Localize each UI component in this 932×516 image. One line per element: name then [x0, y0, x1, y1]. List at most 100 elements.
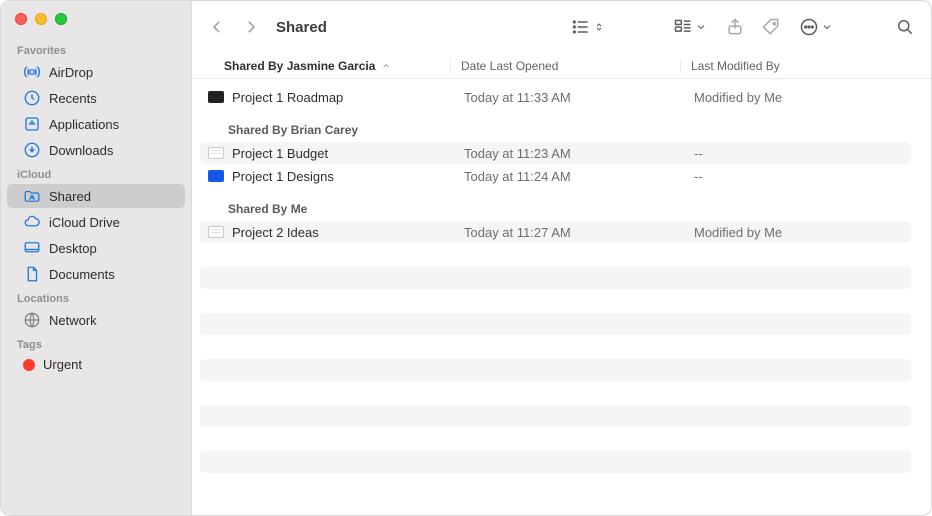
- more-actions-button[interactable]: [793, 15, 839, 39]
- empty-row: [200, 405, 911, 427]
- file-modified-by: --: [694, 169, 911, 184]
- empty-row: [200, 267, 911, 289]
- document-icon: [23, 265, 41, 283]
- cloud-icon: [23, 213, 41, 231]
- empty-row: [200, 244, 911, 266]
- network-globe-icon: [23, 311, 41, 329]
- sidebar-section-favorites: Favorites: [1, 39, 191, 59]
- empty-row: [200, 313, 911, 335]
- sidebar-item-label: Urgent: [43, 357, 82, 372]
- sidebar-item-label: AirDrop: [49, 65, 93, 80]
- file-row[interactable]: Project 1 Roadmap Today at 11:33 AM Modi…: [200, 86, 911, 108]
- sidebar: Favorites AirDrop Recents Applications D…: [1, 1, 192, 515]
- empty-row: [200, 428, 911, 450]
- sidebar-item-label: Documents: [49, 267, 115, 282]
- sidebar-item-label: Recents: [49, 91, 97, 106]
- traffic-lights: [1, 9, 191, 39]
- sidebar-item-recents[interactable]: Recents: [7, 86, 185, 110]
- sidebar-item-network[interactable]: Network: [7, 308, 185, 332]
- file-date: Today at 11:23 AM: [464, 146, 694, 161]
- share-icon: [725, 17, 745, 37]
- group-icon: [673, 17, 693, 37]
- close-window-button[interactable]: [15, 13, 27, 25]
- window-title: Shared: [276, 19, 327, 36]
- file-name: Project 1 Roadmap: [232, 90, 464, 105]
- empty-row: [200, 451, 911, 473]
- file-date: Today at 11:33 AM: [464, 90, 694, 105]
- file-name: Project 1 Designs: [232, 169, 464, 184]
- sidebar-item-label: Desktop: [49, 241, 97, 256]
- tag-icon: [761, 17, 781, 37]
- search-button[interactable]: [891, 14, 919, 40]
- empty-row: [200, 290, 911, 312]
- finder-window: Favorites AirDrop Recents Applications D…: [0, 0, 932, 516]
- sidebar-item-label: Applications: [49, 117, 119, 132]
- forward-button[interactable]: [238, 14, 264, 40]
- file-date: Today at 11:27 AM: [464, 225, 694, 240]
- sidebar-item-airdrop[interactable]: AirDrop: [7, 60, 185, 84]
- toolbar: Shared: [192, 1, 931, 53]
- file-row[interactable]: Project 1 Budget Today at 11:23 AM --: [200, 142, 911, 164]
- file-thumbnail-icon: [208, 147, 224, 159]
- sidebar-section-tags: Tags: [1, 333, 191, 353]
- file-thumbnail-icon: [208, 91, 224, 103]
- sidebar-item-tag-urgent[interactable]: Urgent: [7, 354, 185, 375]
- file-modified-by: --: [694, 146, 911, 161]
- sidebar-section-locations: Locations: [1, 287, 191, 307]
- back-button[interactable]: [204, 14, 230, 40]
- column-header-name-label: Shared By Jasmine Garcia: [224, 59, 375, 73]
- file-modified-by: Modified by Me: [694, 90, 911, 105]
- column-header-modified-label: Last Modified By: [691, 59, 780, 73]
- sidebar-item-applications[interactable]: Applications: [7, 112, 185, 136]
- sidebar-item-label: Shared: [49, 189, 91, 204]
- group-header: Shared By Me: [192, 188, 919, 220]
- sidebar-item-icloud-drive[interactable]: iCloud Drive: [7, 210, 185, 234]
- ellipsis-circle-icon: [799, 17, 819, 37]
- file-thumbnail-icon: [208, 226, 224, 238]
- sidebar-section-icloud: iCloud: [1, 163, 191, 183]
- sidebar-item-shared[interactable]: Shared: [7, 184, 185, 208]
- desktop-icon: [23, 239, 41, 257]
- empty-row: [200, 382, 911, 404]
- column-header-row: Shared By Jasmine Garcia Date Last Opene…: [192, 53, 931, 79]
- column-header-name[interactable]: Shared By Jasmine Garcia: [224, 59, 450, 73]
- chevron-down-icon: [695, 21, 707, 33]
- tags-button[interactable]: [757, 14, 785, 40]
- file-name: Project 2 Ideas: [232, 225, 464, 240]
- file-row[interactable]: Project 1 Designs Today at 11:24 AM --: [200, 165, 911, 187]
- main-pane: Shared: [192, 1, 931, 515]
- sidebar-item-label: iCloud Drive: [49, 215, 120, 230]
- empty-row: [200, 336, 911, 358]
- sidebar-item-label: Downloads: [49, 143, 113, 158]
- share-button[interactable]: [721, 14, 749, 40]
- column-header-date[interactable]: Date Last Opened: [450, 59, 680, 73]
- file-thumbnail-icon: [208, 170, 224, 182]
- sidebar-item-downloads[interactable]: Downloads: [7, 138, 185, 162]
- search-icon: [895, 17, 915, 37]
- list-view-icon: [571, 17, 591, 37]
- group-header: Shared By Brian Carey: [192, 109, 919, 141]
- column-header-modified[interactable]: Last Modified By: [680, 59, 931, 73]
- shared-folder-icon: [23, 187, 41, 205]
- sidebar-item-documents[interactable]: Documents: [7, 262, 185, 286]
- updown-chevron-icon: [593, 19, 605, 35]
- file-modified-by: Modified by Me: [694, 225, 911, 240]
- sort-ascending-icon: [381, 61, 391, 71]
- minimize-window-button[interactable]: [35, 13, 47, 25]
- file-row[interactable]: Project 2 Ideas Today at 11:27 AM Modifi…: [200, 221, 911, 243]
- sidebar-item-label: Network: [49, 313, 97, 328]
- empty-row: [200, 359, 911, 381]
- file-list: Project 1 Roadmap Today at 11:33 AM Modi…: [192, 79, 931, 515]
- clock-icon: [23, 89, 41, 107]
- chevron-down-icon: [821, 21, 833, 33]
- file-name: Project 1 Budget: [232, 146, 464, 161]
- applications-icon: [23, 115, 41, 133]
- downloads-icon: [23, 141, 41, 159]
- view-mode-button[interactable]: [565, 15, 611, 39]
- sidebar-item-desktop[interactable]: Desktop: [7, 236, 185, 260]
- maximize-window-button[interactable]: [55, 13, 67, 25]
- group-by-button[interactable]: [667, 15, 713, 39]
- airdrop-icon: [23, 63, 41, 81]
- column-header-date-label: Date Last Opened: [461, 59, 558, 73]
- tag-dot-red-icon: [23, 359, 35, 371]
